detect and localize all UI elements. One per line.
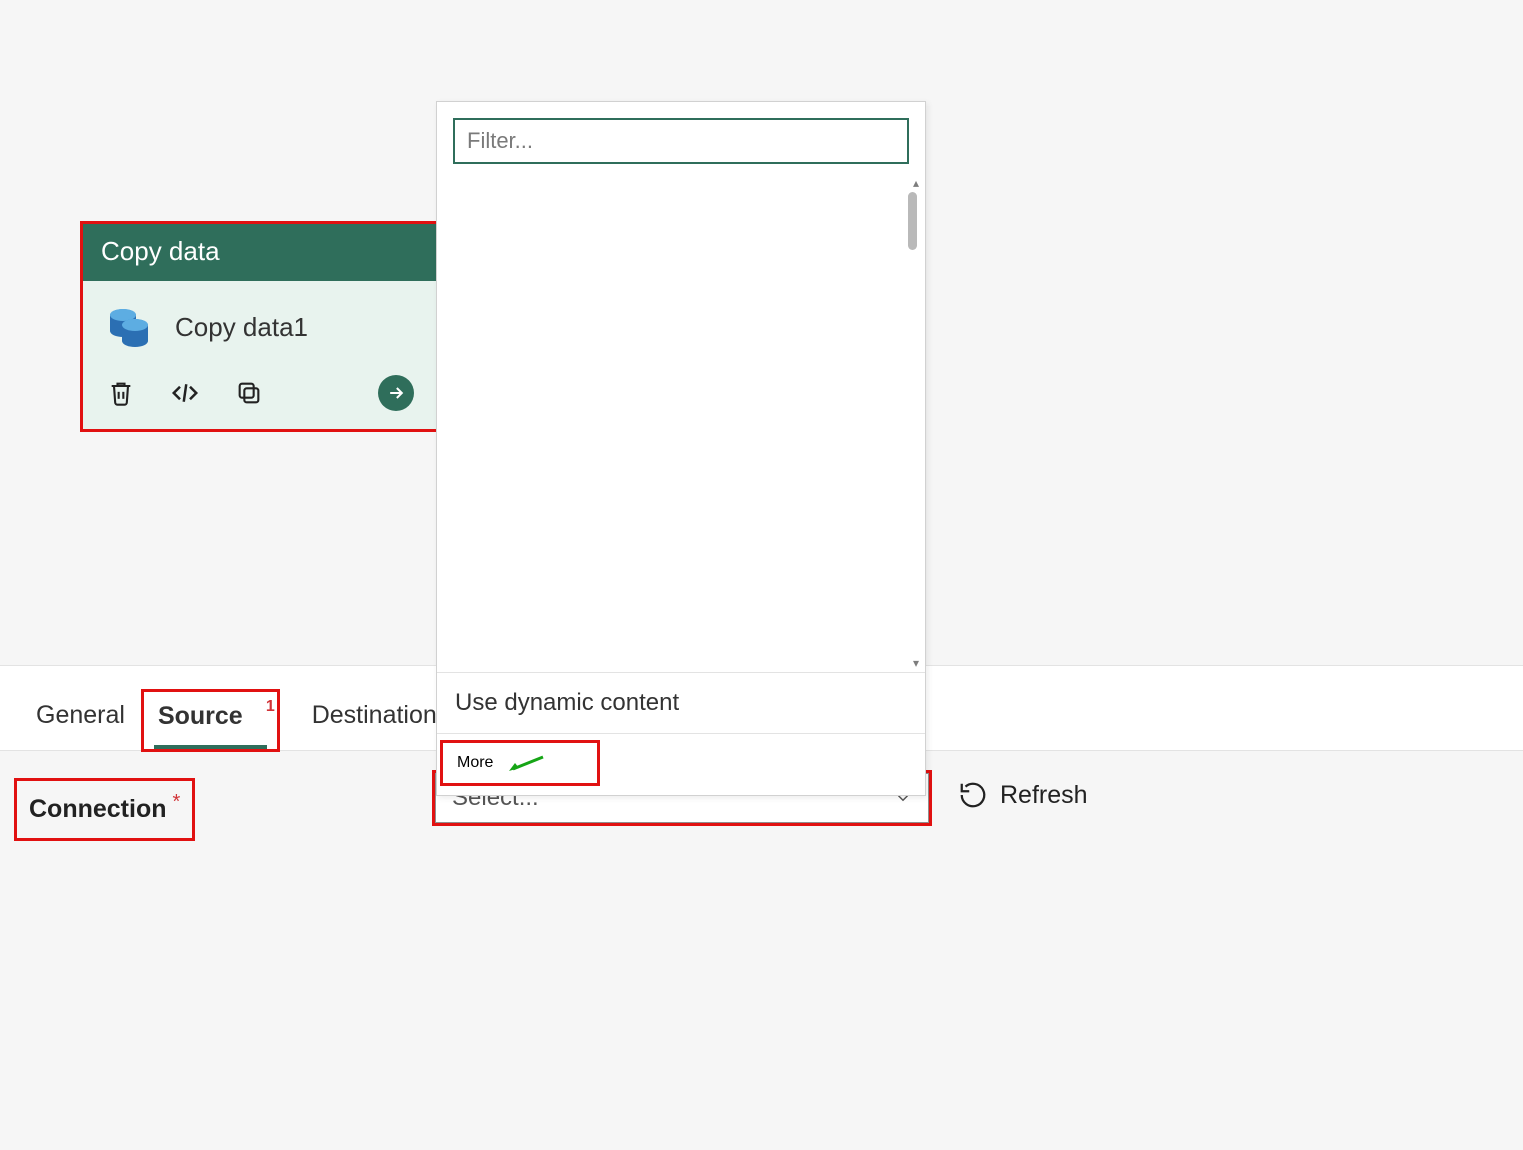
run-arrow-icon[interactable] — [378, 375, 414, 411]
copy-data-activity-card[interactable]: Copy data Copy data1 — [80, 221, 439, 432]
connection-label: Connection — [29, 795, 167, 824]
tab-source-badge: 1 — [266, 698, 275, 716]
connection-dropdown-panel: ▴ ▾ Use dynamic content More — [436, 101, 926, 796]
refresh-icon — [958, 780, 988, 810]
filter-input[interactable] — [453, 118, 909, 164]
required-star-icon: * — [173, 795, 181, 809]
refresh-button[interactable]: Refresh — [958, 780, 1088, 810]
activity-body: Copy data1 — [83, 281, 436, 361]
connection-label-box: Connection * — [14, 778, 195, 841]
scrollbar-thumb[interactable] — [908, 192, 917, 250]
activity-header: Copy data — [83, 224, 436, 281]
copy-icon[interactable] — [233, 377, 265, 409]
database-icon — [105, 303, 153, 351]
dropdown-scroll-area[interactable]: ▴ ▾ — [437, 174, 925, 672]
annotation-arrow-icon — [507, 753, 545, 773]
code-icon[interactable] — [169, 377, 201, 409]
tab-destination-label: Destination — [312, 701, 437, 729]
tab-destination[interactable]: Destination 1 — [280, 701, 461, 750]
activity-name: Copy data1 — [175, 312, 308, 343]
tab-source[interactable]: Source 1 — [141, 689, 280, 752]
scroll-down-icon[interactable]: ▾ — [913, 656, 919, 670]
use-dynamic-content-item[interactable]: Use dynamic content — [437, 672, 925, 733]
refresh-label: Refresh — [1000, 781, 1088, 810]
more-item[interactable]: More — [440, 740, 600, 786]
scroll-up-icon[interactable]: ▴ — [913, 176, 919, 190]
more-label: More — [457, 754, 493, 772]
tab-source-label: Source — [158, 702, 243, 730]
tab-general[interactable]: General — [20, 701, 141, 750]
activity-toolbar — [83, 361, 436, 429]
delete-icon[interactable] — [105, 377, 137, 409]
